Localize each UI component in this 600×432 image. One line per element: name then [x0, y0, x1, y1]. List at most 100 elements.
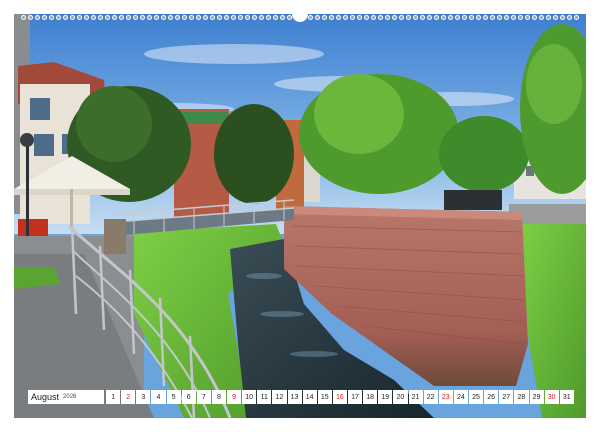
- binding-ring: [239, 15, 242, 19]
- binding-ring: [358, 15, 361, 19]
- binding-ring: [211, 15, 214, 19]
- binding-ring: [484, 15, 487, 19]
- binding-ring: [498, 15, 501, 19]
- binding-ring: [225, 15, 228, 19]
- binding-ring: [435, 15, 438, 19]
- binding-ring: [449, 15, 452, 19]
- calendar-page: August 2026 1 2 3 4 5 6 7 8 9 10 11 12 13 14 15 16 17 18 1…: [0, 0, 600, 432]
- binding-ring: [22, 15, 25, 19]
- calendar-strip: August 2026 1 2 3 4 5 6 7 8 9 10 11 12 13 14 15 16 17 18 1…: [28, 390, 574, 404]
- binding-ring: [274, 15, 277, 19]
- day-cell: 15: [317, 390, 332, 404]
- binding-ring: [351, 15, 354, 19]
- binding-ring: [148, 15, 151, 19]
- wall-planter: [444, 190, 502, 210]
- binding-ring: [470, 15, 473, 19]
- binding-ring: [393, 15, 396, 19]
- binding-ring: [561, 15, 564, 19]
- binding-ring: [386, 15, 389, 19]
- binding-ring: [540, 15, 543, 19]
- binding-ring: [78, 15, 81, 19]
- binding-ring: [372, 15, 375, 19]
- binding-ring: [99, 15, 102, 19]
- binding-ring: [218, 15, 221, 19]
- day-cell: 28: [514, 390, 529, 404]
- binding-ring: [50, 15, 53, 19]
- binding-ring: [309, 15, 312, 19]
- binding-ring: [456, 15, 459, 19]
- day-cell: 18: [363, 390, 378, 404]
- binding-ring: [92, 15, 95, 19]
- binding-ring: [197, 15, 200, 19]
- binding-ring: [113, 15, 116, 19]
- binding-ring: [414, 15, 417, 19]
- day-cell: 25: [469, 390, 484, 404]
- binding-ring: [29, 15, 32, 19]
- day-cell: 8: [211, 390, 226, 404]
- binding-ring: [176, 15, 179, 19]
- day-cell: 31: [559, 390, 574, 404]
- month-name: August: [31, 392, 60, 402]
- binding-ring: [260, 15, 263, 19]
- day-cell: 23: [438, 390, 453, 404]
- day-cell: 20: [393, 390, 408, 404]
- day-cell: 30: [544, 390, 559, 404]
- binding-ring: [190, 15, 193, 19]
- binding-ring: [281, 15, 284, 19]
- binding-ring: [337, 15, 340, 19]
- binding-ring: [575, 15, 578, 19]
- binding-ring: [512, 15, 515, 19]
- binding-ring: [141, 15, 144, 19]
- binding-ring: [344, 15, 347, 19]
- binding-ring: [253, 15, 256, 19]
- binding-ring: [442, 15, 445, 19]
- binding-ring: [246, 15, 249, 19]
- day-cell: 5: [166, 390, 181, 404]
- day-cell: 29: [529, 390, 544, 404]
- binding-ring: [127, 15, 130, 19]
- day-cell: 2: [121, 390, 136, 404]
- day-cell: 26: [484, 390, 499, 404]
- binding-ring: [428, 15, 431, 19]
- day-cell: 9: [227, 390, 242, 404]
- day-cell: 16: [332, 390, 347, 404]
- binding-ring: [71, 15, 74, 19]
- binding-ring: [232, 15, 235, 19]
- day-cell: 12: [272, 390, 287, 404]
- binding-ring: [106, 15, 109, 19]
- binding-ring: [316, 15, 319, 19]
- binding-ring: [85, 15, 88, 19]
- binding-ring: [547, 15, 550, 19]
- binding-ring: [519, 15, 522, 19]
- binding-ring: [169, 15, 172, 19]
- binding-ring: [491, 15, 494, 19]
- binding-ring: [43, 15, 46, 19]
- binding-ring: [267, 15, 270, 19]
- right-grass-bank: [519, 224, 586, 418]
- binding-ring: [505, 15, 508, 19]
- binding-ring: [183, 15, 186, 19]
- binding-ring: [64, 15, 67, 19]
- binding-ring: [288, 15, 291, 19]
- binding-ring: [533, 15, 536, 19]
- month-year: 2026: [63, 394, 77, 400]
- day-cell: 27: [499, 390, 514, 404]
- day-cell: 14: [302, 390, 317, 404]
- day-cell: 3: [136, 390, 151, 404]
- binding-ring: [134, 15, 137, 19]
- day-cells: 1 2 3 4 5 6 7 8 9 10 11 12 13 14 15 16 17 18 19 20 21 22 23 24 2…: [106, 390, 574, 404]
- binding-ring: [162, 15, 165, 19]
- landscape-photo: [14, 14, 586, 418]
- binding-ring: [323, 15, 326, 19]
- binding-ring: [330, 15, 333, 19]
- binding-ring: [463, 15, 466, 19]
- day-cell: 7: [196, 390, 211, 404]
- binding-ring: [36, 15, 39, 19]
- binding-ring: [477, 15, 480, 19]
- binding-ring: [379, 15, 382, 19]
- day-cell: 21: [408, 390, 423, 404]
- day-cell: 4: [151, 390, 166, 404]
- binding-ring: [568, 15, 571, 19]
- day-cell: 19: [378, 390, 393, 404]
- binding-ring: [155, 15, 158, 19]
